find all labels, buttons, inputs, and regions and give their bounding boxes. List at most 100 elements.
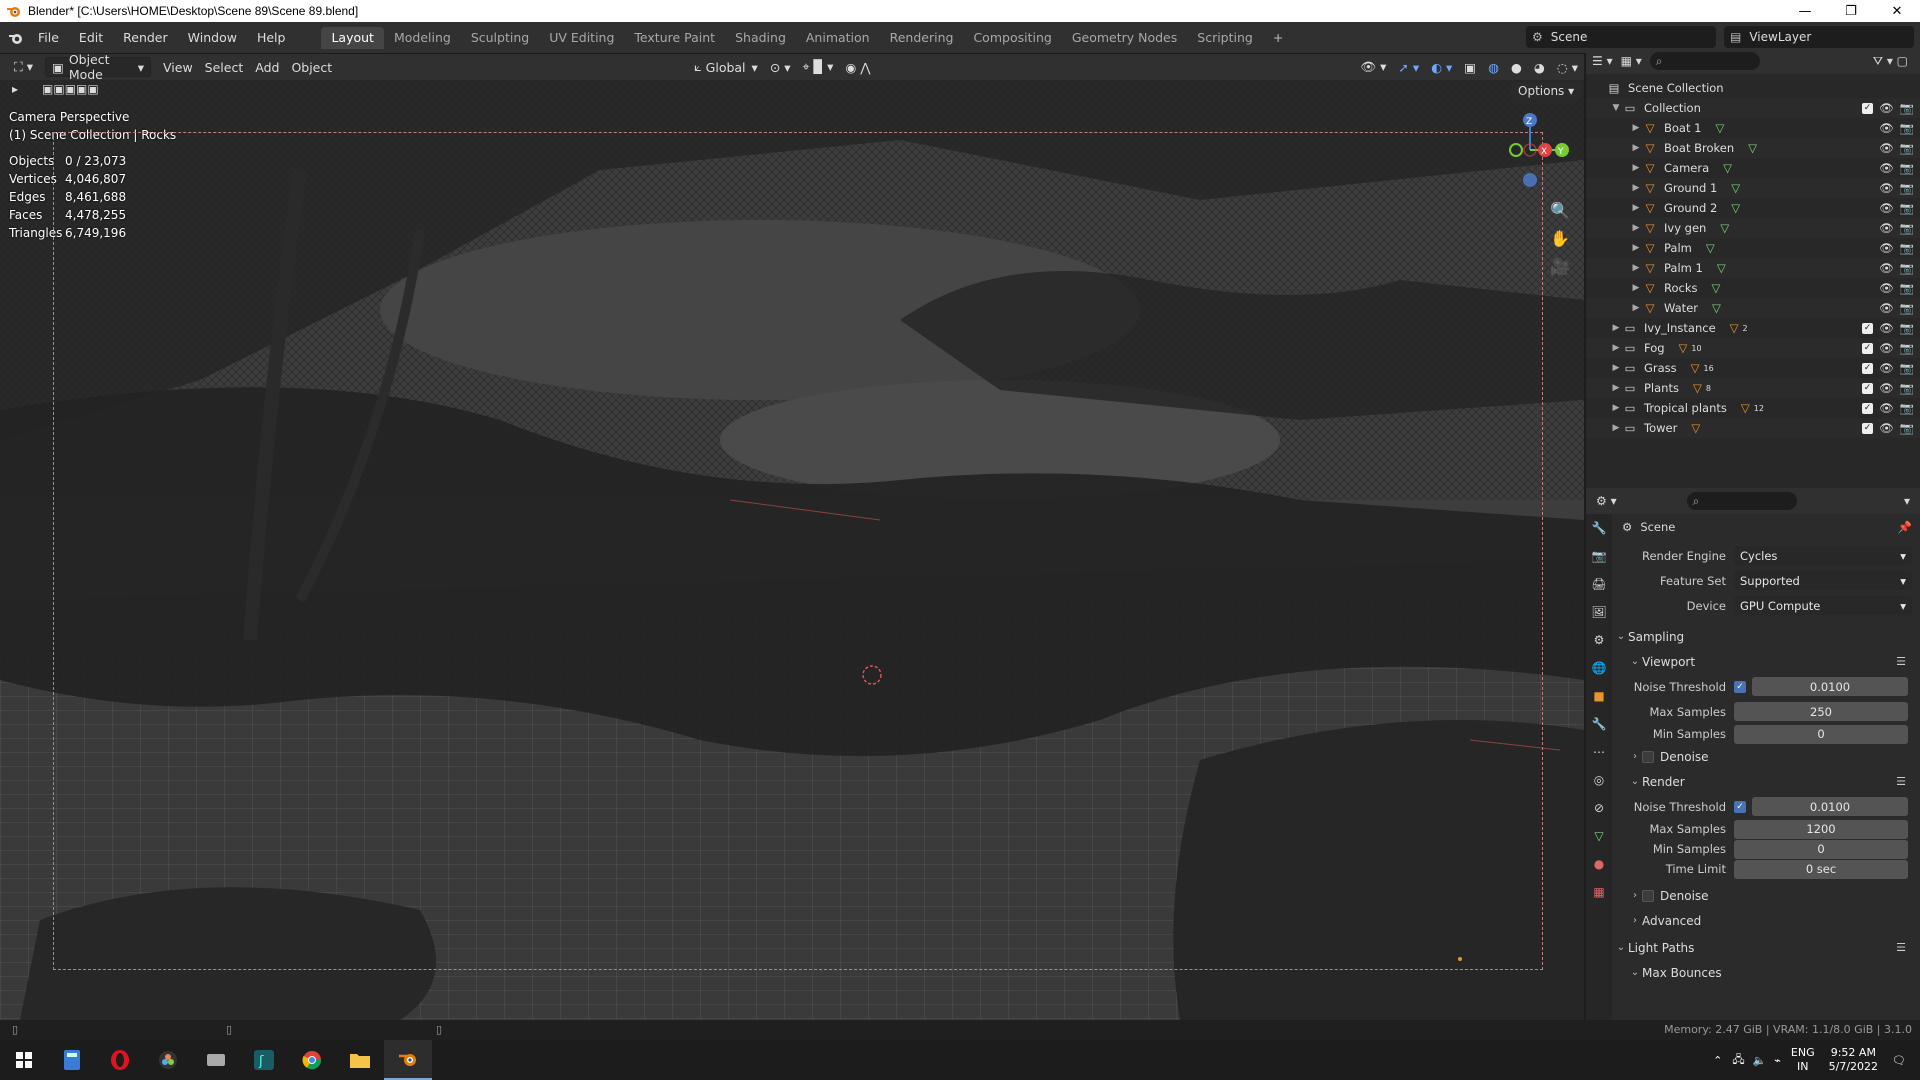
- camera-render-icon[interactable]: 📷: [1900, 181, 1914, 195]
- menu-window[interactable]: Window: [178, 27, 247, 49]
- visibility-icon[interactable]: 👁 ▾: [1354, 57, 1392, 77]
- mesh-data-icon[interactable]: ▽: [1715, 121, 1724, 135]
- exclude-checkbox[interactable]: ✓: [1862, 402, 1874, 414]
- tree-row-collection[interactable]: ▶ ▭ Ivy_Instance ▽ 2 ✓ 👁 📷: [1586, 318, 1920, 338]
- tab-scripting[interactable]: Scripting: [1187, 27, 1263, 49]
- tab-sculpting[interactable]: Sculpting: [461, 27, 539, 49]
- presets-list-icon[interactable]: ☰: [1896, 941, 1906, 954]
- eye-icon[interactable]: 👁: [1879, 201, 1894, 215]
- shading-material-icon[interactable]: ◕: [1528, 57, 1551, 77]
- menu-help[interactable]: Help: [247, 27, 296, 49]
- camera-render-icon[interactable]: 📷: [1900, 261, 1914, 275]
- menu-view[interactable]: View: [157, 57, 199, 77]
- noise-threshold-field[interactable]: 0.0100: [1752, 797, 1908, 816]
- chevron-right-icon[interactable]: ▶: [1630, 123, 1642, 133]
- tree-row-object[interactable]: ▶ ▽ Boat 1 ▽ 👁 📷: [1586, 118, 1920, 138]
- eye-icon[interactable]: 👁: [1879, 241, 1894, 255]
- tree-row-object[interactable]: ▶ ▽ Water ▽ 👁 📷: [1586, 298, 1920, 318]
- pivot-icon[interactable]: ⊙ ▾: [764, 57, 797, 77]
- minimize-button[interactable]: —: [1782, 0, 1828, 22]
- eye-icon[interactable]: 👁: [1879, 261, 1894, 275]
- modifier-tab-icon[interactable]: 🔧: [1586, 710, 1612, 738]
- filter-icon[interactable]: ⛛ ▾ ▢: [1873, 54, 1908, 69]
- properties-search-field[interactable]: ⌕: [1686, 492, 1797, 510]
- exclude-checkbox[interactable]: ✓: [1862, 362, 1874, 374]
- chevron-right-icon[interactable]: ▶: [1610, 363, 1622, 373]
- menu-add[interactable]: Add: [249, 57, 285, 77]
- close-button[interactable]: ✕: [1874, 0, 1920, 22]
- tree-row-collection[interactable]: ▶ ▭ Grass ▽ 16 ✓ 👁 📷: [1586, 358, 1920, 378]
- presets-list-icon[interactable]: ☰: [1896, 655, 1906, 668]
- wifi-icon[interactable]: ⌁: [1774, 1054, 1781, 1067]
- max-bounces-subsection-header[interactable]: ⌄ Max Bounces: [1614, 960, 1920, 985]
- language-indicator[interactable]: ENG IN: [1791, 1046, 1815, 1074]
- tree-row-collection[interactable]: ▼ ▭ Collection ✓ 👁 📷: [1586, 98, 1920, 118]
- mesh-data-icon[interactable]: ▽: [1711, 281, 1720, 295]
- chevron-right-icon[interactable]: ▶: [1630, 143, 1642, 153]
- proportional-edit-icon[interactable]: ◉ ⋀: [839, 57, 876, 77]
- orientation-selector[interactable]: ⟀ Global ▾: [688, 57, 764, 77]
- xray-toggle-icon[interactable]: ▣: [1458, 57, 1482, 77]
- menu-select[interactable]: Select: [199, 57, 250, 77]
- shading-wireframe-icon[interactable]: ◍: [1482, 57, 1505, 77]
- data-tab-icon[interactable]: ▽: [1586, 822, 1612, 850]
- exclude-checkbox[interactable]: ✓: [1862, 382, 1874, 394]
- tree-row-collection[interactable]: ▶ ▭ Tower ▽ ✓ 👁 📷: [1586, 418, 1920, 438]
- overlay-toggle-icon[interactable]: ◐ ▾: [1425, 57, 1458, 77]
- camera-render-icon[interactable]: 📷: [1900, 401, 1914, 415]
- render-tab-icon[interactable]: 📷: [1586, 542, 1612, 570]
- chevron-down-icon[interactable]: ▼: [1610, 103, 1622, 113]
- eye-icon[interactable]: 👁: [1879, 121, 1894, 135]
- network-icon[interactable]: 🖧: [1732, 1051, 1744, 1070]
- options-dropdown[interactable]: Options ▾: [1510, 82, 1583, 100]
- render-subsection-header[interactable]: ⌄ Render ☰: [1614, 769, 1920, 794]
- substance-app-icon[interactable]: ʃ: [240, 1040, 288, 1080]
- tab-animation[interactable]: Animation: [796, 27, 880, 49]
- mesh-data-icon[interactable]: ▽: [1731, 201, 1740, 215]
- output-tab-icon[interactable]: 🖨: [1586, 570, 1612, 598]
- viewlayer-selector[interactable]: ▤ ViewLayer: [1724, 26, 1914, 48]
- texture-tab-icon[interactable]: ▦: [1586, 878, 1612, 906]
- chevron-right-icon[interactable]: ▶: [1610, 423, 1622, 433]
- tab-geometry-nodes[interactable]: Geometry Nodes: [1062, 27, 1187, 49]
- presets-list-icon[interactable]: ☰: [1896, 775, 1906, 788]
- tree-row-object[interactable]: ▶ ▽ Ground 2 ▽ 👁 📷: [1586, 198, 1920, 218]
- mesh-data-icon[interactable]: ▽: [1706, 241, 1715, 255]
- windows-start-icon[interactable]: [0, 1040, 48, 1080]
- exclude-checkbox[interactable]: ✓: [1862, 422, 1874, 434]
- noise-threshold-checkbox[interactable]: ✓: [1734, 680, 1746, 693]
- chevron-right-icon[interactable]: ▶: [1630, 223, 1642, 233]
- add-workspace-button[interactable]: +: [1263, 27, 1293, 49]
- chevron-right-icon[interactable]: ▶: [1630, 183, 1642, 193]
- camera-render-icon[interactable]: 📷: [1900, 381, 1914, 395]
- select-tool-icon[interactable]: ▸: [12, 82, 18, 96]
- constraints-tab-icon[interactable]: ⊘: [1586, 794, 1612, 822]
- tree-row-object[interactable]: ▶ ▽ Ground 1 ▽ 👁 📷: [1586, 178, 1920, 198]
- clock[interactable]: 9:52 AM 5/7/2022: [1829, 1046, 1878, 1074]
- chrome-browser-icon[interactable]: [288, 1040, 336, 1080]
- notification-icon[interactable]: 🗨: [1892, 1054, 1906, 1067]
- camera-render-icon[interactable]: 📷: [1900, 321, 1914, 335]
- volume-icon[interactable]: 🔈: [1753, 1054, 1767, 1067]
- scene-selector[interactable]: ⚙ Scene: [1526, 26, 1716, 48]
- eye-icon[interactable]: 👁: [1879, 101, 1894, 115]
- denoise-checkbox[interactable]: [1642, 750, 1654, 763]
- eye-icon[interactable]: 👁: [1879, 341, 1894, 355]
- camera-render-icon[interactable]: 📷: [1900, 281, 1914, 295]
- outliner-search-field[interactable]: ⌕: [1649, 52, 1760, 70]
- mesh-data-icon[interactable]: ▽: [1712, 301, 1721, 315]
- mode-selector[interactable]: ▣ Object Mode ▾: [45, 52, 151, 82]
- tab-layout[interactable]: Layout: [321, 26, 384, 49]
- mesh-data-icon[interactable]: ▽: [1723, 161, 1732, 175]
- selection-mode-icons[interactable]: ▣▣▣▣▣: [42, 82, 99, 96]
- tree-row-object[interactable]: ▶ ▽ Palm ▽ 👁 📷: [1586, 238, 1920, 258]
- camera-render-icon[interactable]: 📷: [1900, 141, 1914, 155]
- tab-compositing[interactable]: Compositing: [963, 27, 1061, 49]
- chevron-right-icon[interactable]: ▶: [1630, 263, 1642, 273]
- sampling-section-header[interactable]: ⌄ Sampling: [1614, 624, 1920, 649]
- maximize-button[interactable]: ❐: [1828, 0, 1874, 22]
- eye-icon[interactable]: 👁: [1879, 221, 1894, 235]
- camera-view-icon[interactable]: 🎥: [1548, 252, 1572, 280]
- mesh-data-icon[interactable]: ▽: [1720, 221, 1729, 235]
- snap-icon[interactable]: ⌖ ▉ ▾: [797, 57, 840, 77]
